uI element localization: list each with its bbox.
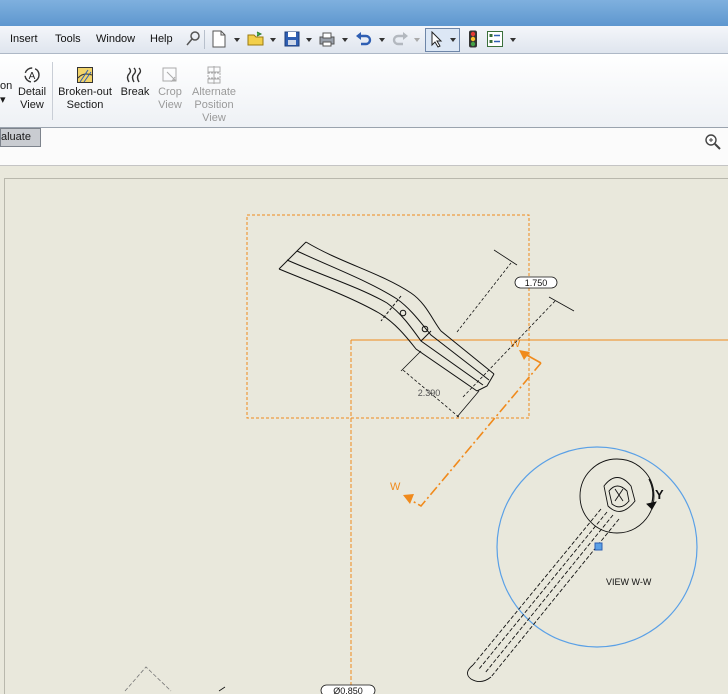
canvas-margin [0, 166, 728, 178]
break-label: Break [120, 86, 150, 98]
svg-text:A: A [29, 71, 36, 82]
detail-view-button[interactable]: A Detail View [16, 66, 48, 112]
select-cursor-icon [431, 31, 443, 48]
section-label-bottom: W [390, 481, 401, 493]
dimension-text-1750[interactable]: 1.750 [525, 278, 548, 288]
zoom-search-icon[interactable] [704, 133, 722, 151]
crop-view-button[interactable]: Crop View [154, 66, 186, 112]
window-title-bar [0, 0, 728, 26]
pin-icon[interactable] [184, 30, 202, 48]
undo-dropdown-arrow-icon[interactable] [379, 38, 385, 42]
redo-dropdown-arrow-icon[interactable] [414, 38, 420, 42]
dimension-text-2390[interactable]: 2.390 [418, 388, 441, 398]
alternate-position-label-line1: Alternate [191, 86, 237, 98]
detail-view-label-line1: Detail [17, 86, 47, 98]
view-label-ww[interactable]: VIEW W-W [606, 577, 652, 587]
detail-view-icon: A [24, 67, 40, 83]
command-ribbon: on ▾ A Detail View Broken-out Section Br… [0, 54, 728, 128]
part-section-view[interactable] [467, 458, 657, 682]
command-tab-strip: aluate [0, 128, 728, 166]
undo-icon[interactable] [355, 30, 373, 48]
detail-view-label-line2: View [20, 99, 44, 111]
redo-icon[interactable] [391, 30, 409, 48]
options-dropdown-arrow-icon[interactable] [510, 38, 516, 42]
menu-bar: Insert Tools Window Help [0, 26, 728, 54]
section-cutting-line[interactable] [406, 362, 542, 508]
open-folder-icon[interactable] [247, 30, 265, 48]
drawing-sheet[interactable]: W W 1.750 2.390 Y VIEW W-W Ø0.850 [4, 178, 728, 694]
menu-window[interactable]: Window [96, 33, 135, 45]
save-icon[interactable] [283, 30, 301, 48]
part-upper-view[interactable] [278, 241, 495, 392]
open-dropdown-arrow-icon[interactable] [270, 38, 276, 42]
crop-view-icon [162, 67, 177, 82]
drawing-graphics[interactable]: W W 1.750 2.390 Y VIEW W-W Ø0.850 [5, 179, 728, 694]
broken-out-section-button[interactable]: Broken-out Section [56, 66, 114, 112]
break-icon [126, 67, 142, 83]
alternate-position-label-line2: Position [194, 99, 234, 111]
crop-view-label-line1: Crop [158, 86, 182, 98]
crop-view-label-line2: View [158, 99, 182, 111]
broken-out-label-line1: Broken-out [58, 86, 112, 98]
tab-evaluate[interactable]: aluate [0, 128, 41, 147]
dimension-1750[interactable] [456, 249, 575, 398]
traffic-light-icon[interactable] [464, 30, 482, 48]
new-dropdown-arrow-icon[interactable] [234, 38, 240, 42]
bottom-leader-mark [218, 686, 226, 692]
section-arrow-head-bottom [403, 494, 414, 504]
new-document-icon[interactable] [210, 30, 228, 48]
view-anchor-handle[interactable] [594, 542, 603, 551]
menu-tools[interactable]: Tools [55, 33, 81, 45]
alternate-position-view-button[interactable]: Alternate Position View [188, 66, 240, 125]
partial-ribbon-label[interactable]: on [0, 80, 12, 92]
break-button[interactable]: Break [118, 66, 152, 99]
print-icon[interactable] [318, 30, 336, 48]
select-dropdown-arrow-icon[interactable] [450, 38, 456, 42]
menu-help[interactable]: Help [150, 33, 173, 45]
view-boundary-box[interactable] [246, 214, 530, 419]
partial-ribbon-marker[interactable]: ▾ [0, 93, 6, 106]
broken-out-section-icon [77, 67, 93, 83]
print-dropdown-arrow-icon[interactable] [342, 38, 348, 42]
select-tool-box[interactable] [425, 28, 460, 52]
section-arrow-head-top [519, 350, 530, 360]
alternate-position-view-icon [207, 66, 221, 84]
ribbon-separator [52, 62, 53, 120]
menu-insert[interactable]: Insert [10, 33, 38, 45]
options-list-icon[interactable] [486, 30, 504, 48]
broken-out-label-line2: Section [66, 99, 104, 111]
section-label-top: W [510, 338, 521, 350]
alternate-position-label-line3: View [202, 112, 226, 124]
axis-label-y: Y [655, 487, 664, 502]
save-dropdown-arrow-icon[interactable] [306, 38, 312, 42]
bottom-left-geometry[interactable] [124, 666, 172, 692]
